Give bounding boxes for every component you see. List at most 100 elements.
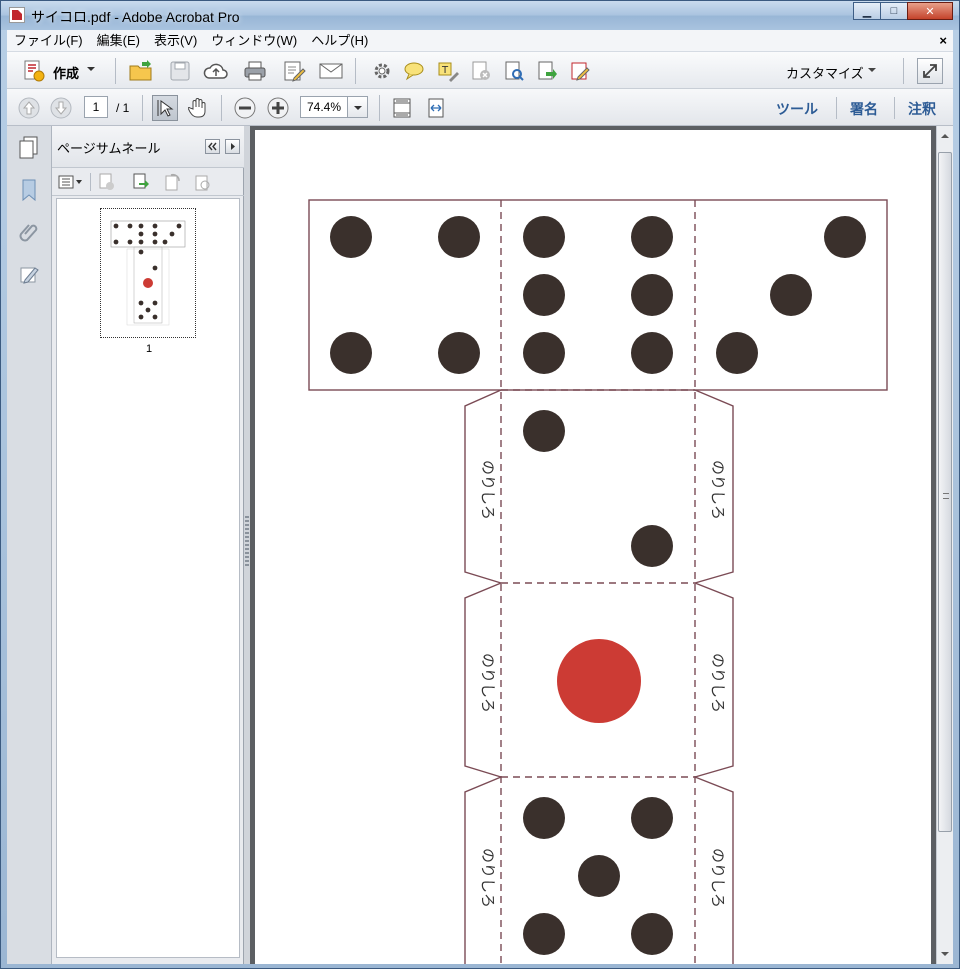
die-pip	[523, 797, 565, 839]
customize-button[interactable]: カスタマイズ	[786, 63, 864, 82]
highlight-text-icon[interactable]: T	[435, 58, 461, 84]
options-menu-icon[interactable]	[58, 173, 84, 191]
settings-gear-icon[interactable]	[369, 58, 395, 84]
window-title: サイコロ.pdf - Adobe Acrobat Pro	[31, 9, 240, 25]
create-pdf-icon[interactable]	[21, 59, 47, 83]
die-pip	[770, 274, 812, 316]
form-edit-icon[interactable]	[567, 58, 593, 84]
minimize-button[interactable]: ▁	[853, 2, 881, 20]
save-icon[interactable]	[167, 58, 193, 84]
menu-edit[interactable]: 編集(E)	[90, 30, 147, 52]
page-properties-icon[interactable]	[192, 172, 214, 192]
menu-window[interactable]: ウィンドウ(W)	[204, 30, 304, 52]
fit-page-icon[interactable]	[389, 95, 415, 121]
chevron-down-icon[interactable]	[868, 68, 876, 72]
menu-bar: ファイル(F) 編集(E) 表示(V) ウィンドウ(W) ヘルプ(H) ×	[7, 30, 953, 52]
chevron-down-icon[interactable]	[87, 67, 95, 71]
die-pip	[631, 525, 673, 567]
zoom-out-icon[interactable]	[233, 96, 257, 120]
scroll-down-icon[interactable]	[941, 952, 949, 956]
close-document-button[interactable]: ×	[939, 33, 947, 48]
splitter-grip[interactable]	[245, 516, 249, 566]
die-pip	[523, 274, 565, 316]
menu-file[interactable]: ファイル(F)	[7, 30, 90, 52]
title-bar[interactable]: サイコロ.pdf - Adobe Acrobat Pro ▁ □ ✕	[1, 1, 959, 30]
die-pip	[631, 332, 673, 374]
bookmarks-icon[interactable]	[16, 176, 42, 204]
scroll-up-icon[interactable]	[941, 134, 949, 138]
die-pip	[523, 913, 565, 955]
scrollbar-thumb[interactable]	[938, 152, 952, 832]
previous-page-icon[interactable]	[17, 96, 41, 120]
thumbnail-panel-title: ページサムネール	[57, 141, 161, 156]
glue-tab-label: のりしろ	[479, 460, 497, 520]
glue-tab-label: のりしろ	[479, 848, 497, 908]
thumbnail-panel: ページサムネール 1	[52, 126, 244, 964]
comment-bubble-icon[interactable]	[401, 58, 427, 84]
thumbnail-toolbar	[52, 168, 244, 196]
client-area: ファイル(F) 編集(E) 表示(V) ウィンドウ(W) ヘルプ(H) × 作成	[7, 30, 953, 964]
next-panel-icon[interactable]	[225, 139, 240, 154]
search-page-icon[interactable]	[501, 58, 527, 84]
page-number-input[interactable]: 1	[84, 96, 108, 118]
print-icon[interactable]	[241, 58, 269, 84]
die-pip	[631, 913, 673, 955]
die-pip	[578, 855, 620, 897]
grip-icon	[943, 493, 949, 499]
zoom-in-icon[interactable]	[266, 96, 290, 120]
die-pip	[824, 216, 866, 258]
collapse-panel-icon[interactable]	[205, 139, 220, 154]
sign-pane-link[interactable]: 署名	[850, 99, 878, 119]
zoom-level-input[interactable]: 74.4%	[300, 96, 348, 118]
maximize-button[interactable]: □	[880, 2, 908, 20]
die-pip	[631, 797, 673, 839]
window-controls: ▁ □ ✕	[853, 2, 953, 20]
tools-pane-link[interactable]: ツール	[776, 99, 818, 119]
extract-page-icon[interactable]	[534, 58, 560, 84]
zoom-dropdown-button[interactable]	[347, 96, 368, 118]
rotate-page-icon[interactable]	[162, 172, 184, 192]
page-thumbnail[interactable]	[100, 208, 196, 338]
toolbar-divider	[115, 58, 116, 84]
open-folder-icon[interactable]	[127, 58, 155, 84]
attachments-paperclip-icon[interactable]	[16, 218, 42, 246]
comment-pane-link[interactable]: 注釈	[908, 99, 936, 119]
vertical-scrollbar[interactable]	[936, 126, 953, 964]
signatures-icon[interactable]	[16, 260, 42, 288]
pdf-page: のりしろ のりしろ のりしろ のりしろ のりしろ のりしろ	[255, 130, 931, 964]
fit-width-icon[interactable]	[423, 95, 449, 121]
edit-document-icon[interactable]	[280, 58, 308, 84]
toolbar-divider	[379, 95, 380, 121]
glue-tab-label: のりしろ	[709, 848, 727, 908]
select-cursor-icon[interactable]	[152, 95, 178, 121]
die-pip	[438, 332, 480, 374]
die-pip	[716, 332, 758, 374]
glue-tab-label: のりしろ	[479, 653, 497, 713]
menu-view[interactable]: 表示(V)	[147, 30, 204, 52]
die-pip	[438, 216, 480, 258]
delete-page-icon[interactable]	[468, 58, 494, 84]
menu-help[interactable]: ヘルプ(H)	[304, 30, 375, 52]
toolbar-divider	[355, 58, 356, 84]
create-button[interactable]: 作成	[53, 63, 79, 82]
delete-thumbnail-icon[interactable]	[96, 172, 118, 192]
page-thumbnail-image	[110, 220, 186, 326]
close-button[interactable]: ✕	[907, 2, 953, 20]
document-viewport[interactable]: のりしろ のりしろ のりしろ のりしろ のりしろ のりしろ	[250, 126, 936, 964]
email-icon[interactable]	[317, 58, 345, 84]
insert-page-icon[interactable]	[130, 172, 152, 192]
svg-text:T: T	[441, 65, 449, 76]
next-page-icon[interactable]	[49, 96, 73, 120]
cloud-upload-icon[interactable]	[202, 58, 230, 84]
pdf-icon	[9, 7, 25, 23]
hand-tool-icon[interactable]	[185, 95, 211, 121]
die-pip	[330, 332, 372, 374]
fullscreen-icon[interactable]	[917, 58, 943, 84]
main-toolbar: 作成 T カスタマイズ	[7, 52, 953, 89]
page-thumbnails-icon[interactable]	[16, 134, 42, 162]
navigation-pane-strip	[7, 126, 52, 964]
toolbar-divider	[90, 173, 91, 191]
navigation-toolbar: 1 / 1 74.4% ツール 署名 注釈	[7, 89, 953, 126]
toolbar-divider	[903, 58, 904, 84]
toolbar-divider	[836, 97, 837, 119]
